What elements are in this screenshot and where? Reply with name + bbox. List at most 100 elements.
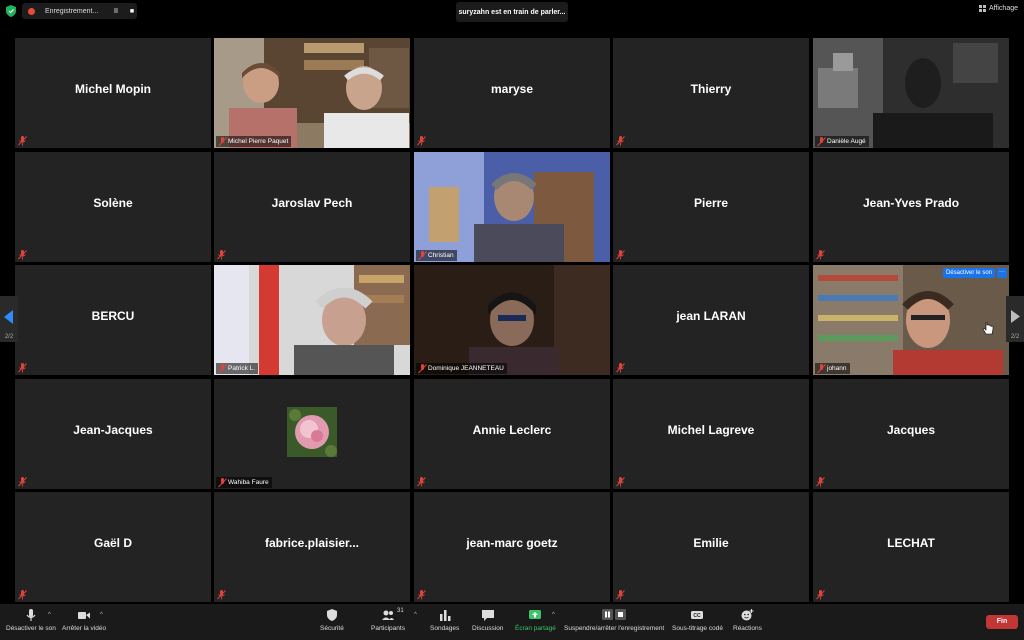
next-page-button[interactable]: 2/2 [1006,296,1024,342]
participant-video [214,38,410,148]
participant-video [414,265,610,375]
participants-icon [381,610,394,620]
participant-name: Thierry [690,82,732,96]
participant-tile[interactable]: fabrice.plaisier... [214,492,410,602]
participant-tile[interactable]: Thierry [613,38,809,148]
muted-mic-icon [616,250,625,260]
active-speaker-banner: suryzahn est en train de parler... [456,2,568,22]
end-meeting-button[interactable]: Fin [986,615,1018,629]
participant-name: Jean-Yves Prado [862,196,960,210]
mute-label: Désactiver le son [6,625,56,632]
participant-tile[interactable]: Michel Mopin [15,38,211,148]
participant-video [414,152,610,262]
participant-name: Patrick L. [228,365,256,372]
participant-tile[interactable]: Jaroslav Pech [214,152,410,262]
svg-text:CC: CC [694,613,702,619]
participant-video [813,38,1009,148]
security-shield-icon[interactable] [6,5,16,17]
participant-name: LECHAT [887,536,935,550]
more-options-button[interactable]: ··· [997,268,1007,278]
unmute-request-button[interactable]: Désactiver le son [942,268,995,278]
participant-tile[interactable]: Pierre [613,152,809,262]
muted-mic-icon [18,590,27,600]
share-screen-icon [529,610,542,619]
muted-mic-icon [616,136,625,146]
participant-tile[interactable]: LECHAT [813,492,1009,602]
video-camera-icon [78,612,91,619]
chat-label: Discussion [472,625,504,632]
participant-name: Pierre [693,196,729,210]
participant-tile[interactable]: Emilie [613,492,809,602]
chat-button[interactable]: Discussion [472,608,503,632]
participant-name: Solène [93,196,133,210]
profile-picture [287,407,337,457]
pause-recording-button[interactable]: II [111,8,121,15]
pause-stop-recording-button[interactable]: Suspendre/arrêter l'enregistrement [564,608,664,632]
muted-mic-icon [816,590,825,600]
participant-tile[interactable]: maryse [414,38,610,148]
page-indicator: 2/2 [4,334,14,340]
muted-mic-icon [816,477,825,487]
polls-button[interactable]: Sondages [430,608,459,632]
audio-options-caret[interactable]: ^ [48,612,51,618]
recording-control-label: Suspendre/arrêter l'enregistrement [564,625,665,632]
participant-name: maryse [490,82,534,96]
muted-mic-icon [218,364,227,374]
participant-tile[interactable]: jean LARAN [613,265,809,375]
previous-page-button[interactable]: 2/2 [0,296,18,342]
share-screen-button[interactable]: Écran partagé [515,608,556,632]
hand-cursor-icon [982,322,994,335]
participant-name: Michel Lagreve [667,423,755,437]
participant-video-tile[interactable]: Dominique JEANNETEAU [414,265,610,375]
share-options-caret[interactable]: ^ [552,612,555,618]
participant-name: jean-marc goetz [466,536,558,550]
participant-tile[interactable]: Michel Lagreve [613,379,809,489]
participant-video-tile[interactable]: Michel Pierre Paquet [214,38,410,148]
muted-mic-icon [18,363,27,373]
participant-tile[interactable]: Annie Leclerc [414,379,610,489]
view-button[interactable]: Affichage [978,5,1018,12]
participant-label: Christian [416,250,457,261]
participant-video-tile[interactable]: Patrick L. [214,265,410,375]
participant-name: Jean-Jacques [73,423,153,437]
muted-mic-icon [417,590,426,600]
participant-name: johann [827,365,847,372]
participant-name: Jaroslav Pech [271,196,353,210]
participant-tile[interactable]: jean-marc goetz [414,492,610,602]
participant-video-tile[interactable]: Désactiver le son ··· johann [813,265,1009,375]
participant-label: Dominique JEANNETEAU [416,363,507,374]
participant-name: Annie Leclerc [472,423,552,437]
muted-mic-icon [616,363,625,373]
muted-mic-icon [18,136,27,146]
polls-label: Sondages [430,625,460,632]
closed-captions-icon: CC [691,611,704,619]
participant-tile[interactable]: Solène [15,152,211,262]
muted-mic-icon [616,590,625,600]
participant-avatar-tile[interactable]: Wahiba Faure [214,379,410,489]
participant-tile[interactable]: Jean-Jacques [15,379,211,489]
participant-tile[interactable]: Jean-Yves Prado [813,152,1009,262]
muted-mic-icon [18,477,27,487]
meeting-toolbar: Désactiver le son ^ Arrêter la vidéo ^ S… [0,604,1024,640]
chevron-left-icon [4,310,13,324]
reactions-button[interactable]: Réactions [733,608,762,632]
participant-video-tile[interactable]: Christian [414,152,610,262]
security-button[interactable]: Sécurité [320,608,344,632]
participant-tile[interactable]: Jacques [813,379,1009,489]
participant-video-tile[interactable]: Danièle Augé [813,38,1009,148]
captions-button[interactable]: CC Sous-titrage codé [672,608,723,632]
security-label: Sécurité [320,625,344,632]
participant-tile[interactable]: BERCU [15,265,211,375]
video-options-caret[interactable]: ^ [100,612,103,618]
participant-name: Emilie [693,536,729,550]
stop-recording-button[interactable]: ■ [127,8,137,15]
participant-tile[interactable]: Gaël D [15,492,211,602]
muted-mic-icon [417,477,426,487]
participant-label: johann [815,363,850,374]
participants-options-caret[interactable]: ^ [414,612,417,618]
gallery-grid-icon [978,5,986,12]
participant-label: Wahiba Faure [216,477,272,488]
muted-mic-icon [217,590,226,600]
participant-label: Danièle Augé [815,136,869,147]
chevron-right-icon [1011,310,1020,323]
